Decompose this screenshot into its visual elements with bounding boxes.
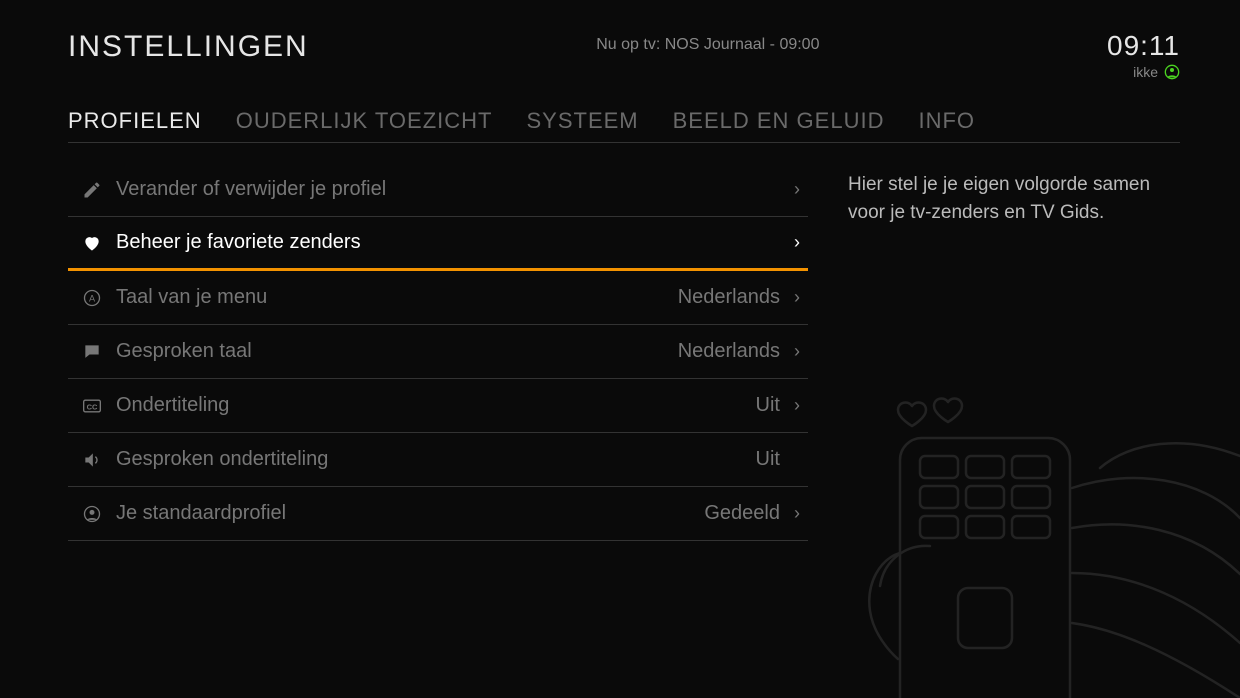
tab-systeem[interactable]: SYSTEEM [526, 108, 638, 134]
chevron-right-icon: › [790, 287, 804, 308]
side-panel: Hier stel je je eigen volgorde samen voo… [848, 163, 1180, 541]
tab-info[interactable]: INFO [918, 108, 975, 134]
circle-a-icon: A [68, 288, 116, 308]
chevron-right-icon: › [790, 395, 804, 416]
row-label: Ondertiteling [116, 394, 756, 417]
row-label: Je standaardprofiel [116, 502, 704, 525]
tab-profielen[interactable]: PROFIELEN [68, 108, 202, 134]
row-value: Nederlands [678, 340, 780, 363]
svg-text:CC: CC [87, 402, 98, 411]
row-label: Beheer je favoriete zenders [116, 231, 780, 254]
row-value: Nederlands [678, 286, 780, 309]
row-label: Taal van je menu [116, 286, 678, 309]
heart-icon [68, 233, 116, 253]
chevron-right-icon: › [790, 341, 804, 362]
audio-icon [68, 450, 116, 470]
tab-bar: PROFIELEN OUDERLIJK TOEZICHT SYSTEEM BEE… [68, 108, 1180, 143]
row-label: Gesproken taal [116, 340, 678, 363]
row-subtitles[interactable]: CC Ondertiteling Uit › [68, 379, 808, 433]
row-spoken-subtitles[interactable]: Gesproken ondertiteling Uit › [68, 433, 808, 487]
row-edit-profile[interactable]: Verander of verwijder je profiel › [68, 163, 808, 217]
tab-ouderlijk-toezicht[interactable]: OUDERLIJK TOEZICHT [236, 108, 493, 134]
cc-icon: CC [68, 396, 116, 416]
row-label: Verander of verwijder je profiel [116, 178, 780, 201]
tab-beeld-en-geluid[interactable]: BEELD EN GELUID [673, 108, 885, 134]
pencil-icon [68, 180, 116, 200]
now-on-tv: Nu op tv: NOS Journaal - 09:00 [309, 36, 1107, 54]
page-title: INSTELLINGEN [68, 30, 309, 64]
row-favorite-channels[interactable]: Beheer je favoriete zenders › [68, 217, 808, 271]
svg-text:A: A [89, 293, 96, 303]
profile-icon [68, 504, 116, 524]
row-value: Uit [756, 394, 780, 417]
row-default-profile[interactable]: Je standaardprofiel Gedeeld › [68, 487, 808, 541]
user-icon [1164, 64, 1180, 80]
side-description: Hier stel je je eigen volgorde samen voo… [848, 171, 1168, 226]
speech-icon [68, 342, 116, 362]
chevron-right-icon: › [790, 179, 804, 200]
row-value: Uit [756, 448, 780, 471]
settings-list: Verander of verwijder je profiel › Behee… [68, 163, 808, 541]
row-label: Gesproken ondertiteling [116, 448, 756, 471]
chevron-right-icon: › [790, 232, 804, 253]
clock: 09:11 [1107, 30, 1180, 62]
row-value: Gedeeld [704, 502, 780, 525]
row-menu-language[interactable]: A Taal van je menu Nederlands › [68, 271, 808, 325]
chevron-right-icon: › [790, 503, 804, 524]
user-name: ikke [1133, 64, 1158, 80]
row-spoken-language[interactable]: Gesproken taal Nederlands › [68, 325, 808, 379]
